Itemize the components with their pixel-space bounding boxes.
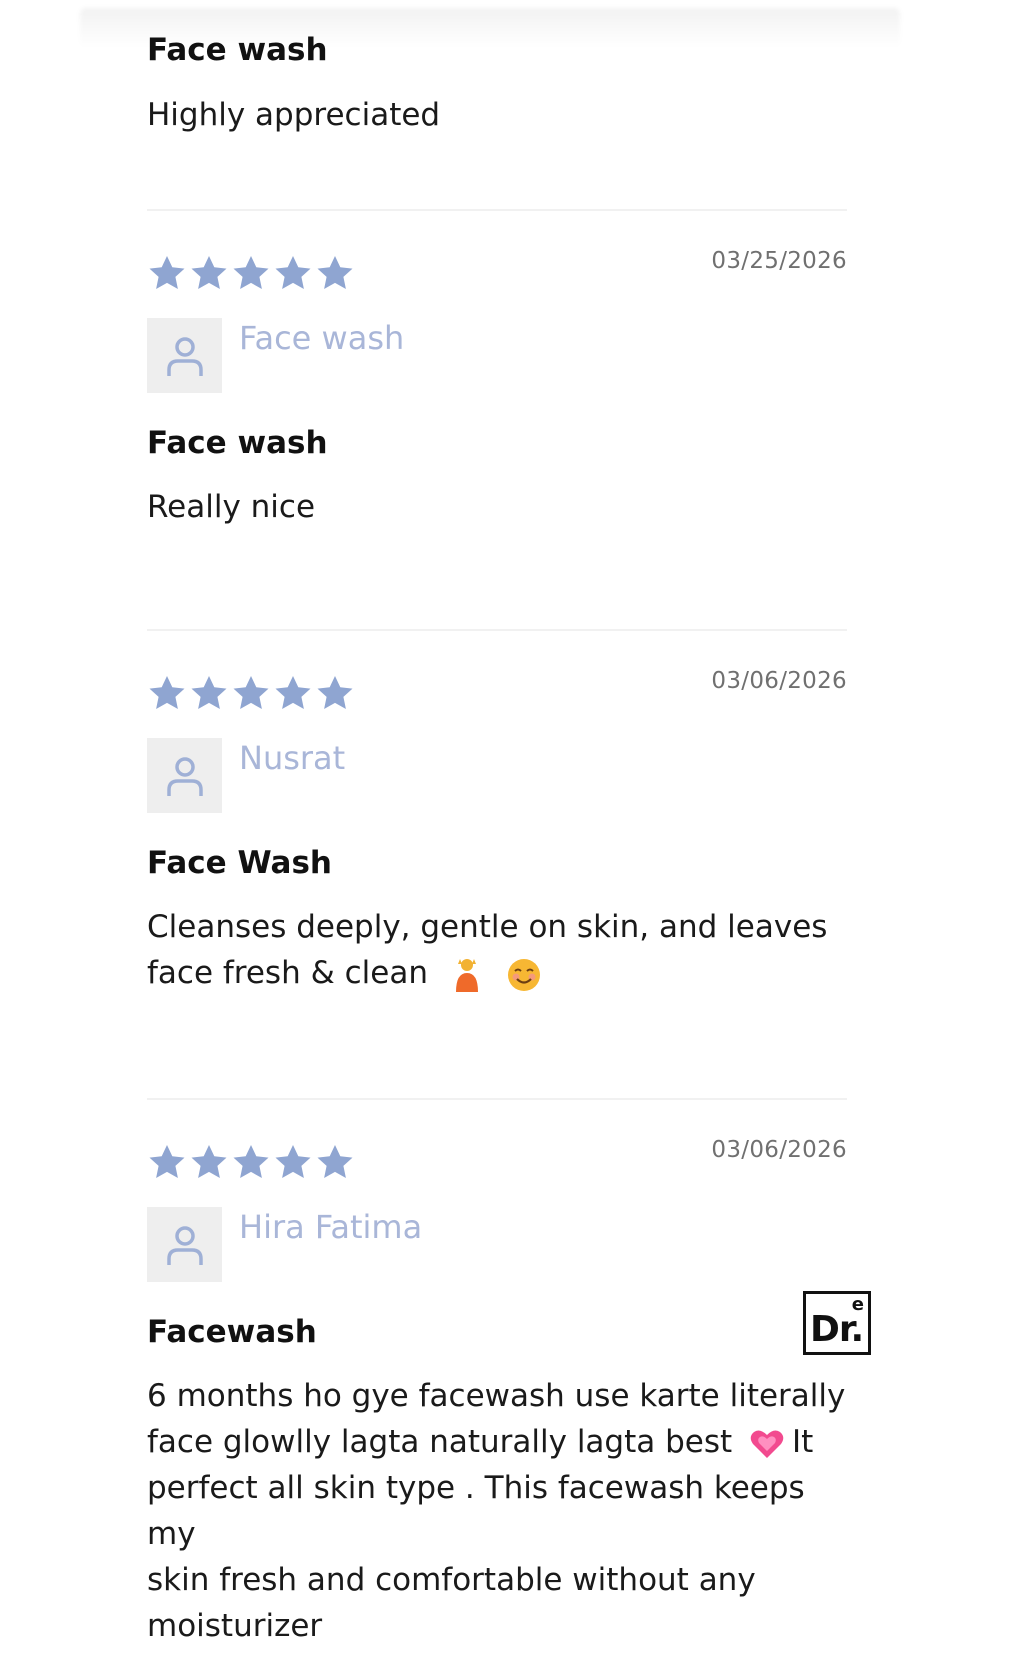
smiling-face-icon bbox=[506, 957, 542, 993]
star-icon bbox=[231, 253, 271, 293]
star-rating bbox=[147, 253, 355, 293]
user-icon bbox=[161, 332, 209, 380]
review-title: Face wash bbox=[147, 32, 328, 68]
review-body: Cleanses deeply, gentle on skin, and lea… bbox=[147, 904, 847, 996]
star-icon bbox=[189, 673, 229, 713]
review-header: 03/06/2026 bbox=[147, 1137, 847, 1182]
star-icon bbox=[273, 1142, 313, 1182]
star-rating bbox=[147, 1142, 355, 1182]
author-name: Nusrat bbox=[239, 739, 346, 777]
review-date: 03/06/2026 bbox=[711, 668, 847, 694]
star-icon bbox=[147, 673, 187, 713]
star-icon bbox=[273, 673, 313, 713]
star-icon bbox=[315, 253, 355, 293]
review-body-line: 6 months ho gye facewash use karte liter… bbox=[147, 1378, 846, 1414]
review-body-line: moisturizer bbox=[147, 1608, 323, 1644]
heart-icon bbox=[750, 1429, 784, 1459]
review-body-line: Cleanses deeply, gentle on skin, and lea… bbox=[147, 909, 828, 945]
review-title: Face wash bbox=[147, 425, 328, 461]
review-body: 6 months ho gye facewash use karte liter… bbox=[147, 1373, 847, 1649]
star-icon bbox=[231, 673, 271, 713]
star-icon bbox=[315, 673, 355, 713]
review-title: Face Wash bbox=[147, 845, 333, 881]
review-title: Facewash bbox=[147, 1314, 317, 1350]
review-body: Really nice bbox=[147, 489, 316, 525]
avatar bbox=[147, 1207, 222, 1282]
logo-text: Dr. bbox=[810, 1309, 864, 1350]
review-author: Face wash bbox=[147, 318, 847, 393]
author-name: Face wash bbox=[239, 319, 405, 357]
person-icon bbox=[450, 956, 484, 994]
review-date: 03/06/2026 bbox=[711, 1137, 847, 1163]
review-body-line: face fresh & clean bbox=[147, 955, 428, 991]
review-header: 03/06/2026 bbox=[147, 668, 847, 713]
brand-logo: e Dr. bbox=[803, 1291, 871, 1355]
star-icon bbox=[189, 253, 229, 293]
user-icon bbox=[161, 1221, 209, 1269]
star-icon bbox=[315, 1142, 355, 1182]
star-rating bbox=[147, 673, 355, 713]
review-author: Hira Fatima bbox=[147, 1207, 847, 1282]
review-body-line: face glowlly lagta naturally lagta best bbox=[147, 1424, 733, 1460]
star-icon bbox=[147, 253, 187, 293]
review-item: 03/25/2026 Face wash Face wash Really ni… bbox=[147, 248, 847, 631]
avatar bbox=[147, 318, 222, 393]
star-icon bbox=[231, 1142, 271, 1182]
review-author: Nusrat bbox=[147, 738, 847, 813]
review-date: 03/25/2026 bbox=[711, 248, 847, 274]
review-body-line: perfect all skin type . This facewash ke… bbox=[147, 1470, 805, 1552]
review-body: Highly appreciated bbox=[147, 97, 441, 133]
review-header: 03/25/2026 bbox=[147, 248, 847, 293]
user-icon bbox=[161, 752, 209, 800]
author-name: Hira Fatima bbox=[239, 1208, 423, 1246]
star-icon bbox=[273, 253, 313, 293]
review-item: 03/06/2026 Nusrat Face Wash Cleanses dee… bbox=[147, 668, 847, 1100]
review-body-line: skin fresh and comfortable without any bbox=[147, 1562, 756, 1598]
star-icon bbox=[189, 1142, 229, 1182]
reviews-list: Face wash Highly appreciated 03/25/2026 … bbox=[147, 0, 847, 1662]
avatar bbox=[147, 738, 222, 813]
review-body-line: It bbox=[792, 1424, 814, 1460]
star-icon bbox=[147, 1142, 187, 1182]
review-item: Face wash Highly appreciated bbox=[147, 0, 847, 211]
review-item: 03/06/2026 Hira Fatima Facewash 6 months… bbox=[147, 1137, 847, 1662]
